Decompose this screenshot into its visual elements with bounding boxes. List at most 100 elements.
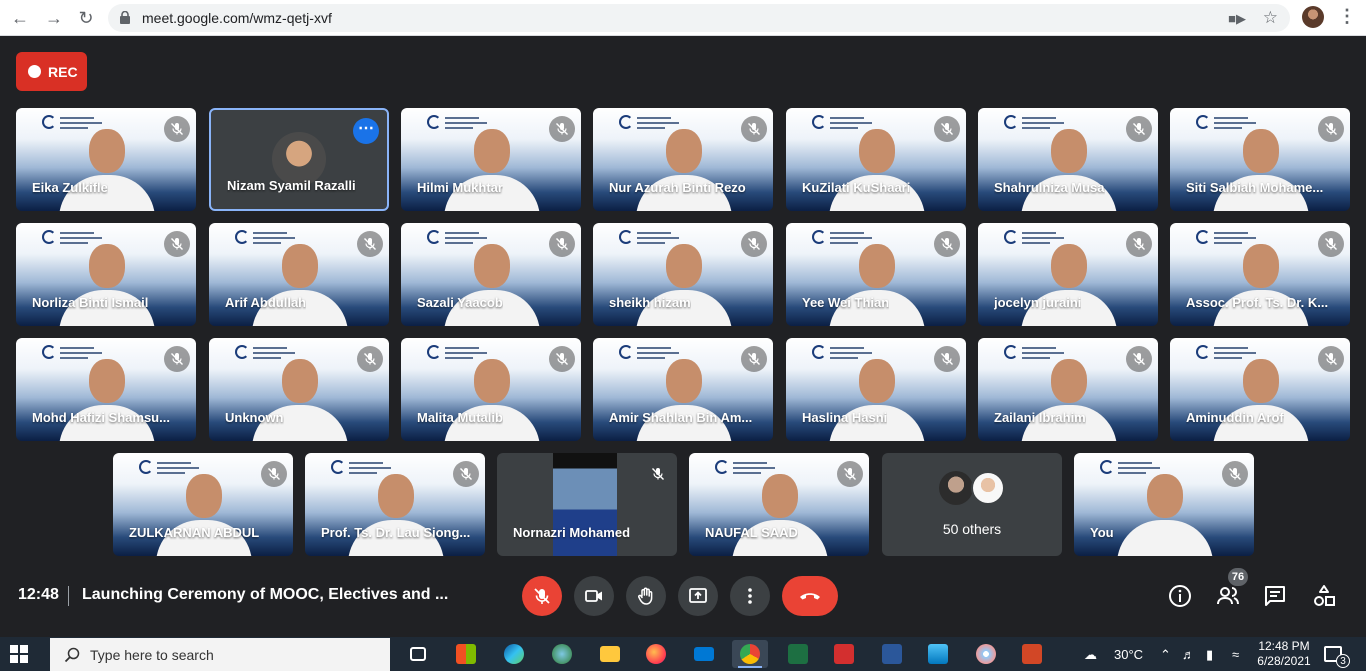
divider — [68, 586, 69, 606]
mic-muted-icon — [1318, 231, 1344, 257]
participant-tile[interactable]: Haslina Hasni — [786, 338, 966, 441]
taskbar-clock[interactable]: 12:48 PM 6/28/2021 — [1254, 639, 1314, 669]
mic-toggle-button[interactable] — [522, 576, 562, 616]
mic-muted-icon — [741, 231, 767, 257]
edge-icon[interactable] — [496, 640, 532, 668]
volume-icon[interactable]: ♬ — [1182, 647, 1195, 662]
paint-icon[interactable] — [968, 640, 1004, 668]
forward-icon[interactable]: → — [42, 6, 66, 30]
activities-icon[interactable] — [1312, 584, 1336, 608]
wifi-icon[interactable]: ≈ — [1232, 647, 1239, 662]
participant-tile[interactable]: Sazali Yaacob — [401, 223, 581, 326]
participant-tile[interactable]: Hilmi Mukhtar — [401, 108, 581, 211]
word-icon[interactable] — [874, 640, 910, 668]
participant-name: You — [1090, 525, 1114, 540]
mail-icon[interactable] — [686, 640, 722, 668]
participant-tile[interactable]: Unknown — [209, 338, 389, 441]
participant-video — [1205, 115, 1315, 211]
acrobat-icon[interactable] — [826, 640, 862, 668]
participant-tile[interactable]: Assoc. Prof. Ts. Dr. K... — [1170, 223, 1350, 326]
notification-icon[interactable]: 3 — [1324, 646, 1350, 668]
back-icon[interactable]: ← — [8, 6, 32, 30]
bookmark-star-icon[interactable]: ☆ — [1263, 8, 1278, 28]
present-screen-button[interactable] — [678, 576, 718, 616]
participant-tile[interactable]: Malita Mutalib — [401, 338, 581, 441]
more-vert-icon — [748, 588, 752, 604]
task-view-icon[interactable] — [400, 640, 436, 668]
participant-tile[interactable]: Eika Zulkifle — [16, 108, 196, 211]
camera-toggle-button[interactable] — [574, 576, 614, 616]
participant-tile[interactable]: Nur Azurah Binti Rezo — [593, 108, 773, 211]
participant-video — [244, 345, 354, 441]
taskbar-search-input[interactable]: Type here to search — [50, 638, 390, 671]
participant-tile[interactable]: Amir Shahlan Bin Am... — [593, 338, 773, 441]
participant-tile[interactable]: sheikh hizam — [593, 223, 773, 326]
store-icon[interactable] — [448, 640, 484, 668]
participant-tile[interactable]: Siti Salbiah Mohame... — [1170, 108, 1350, 211]
firefox-icon[interactable] — [638, 640, 674, 668]
mic-muted-icon — [934, 231, 960, 257]
participant-video — [628, 345, 738, 441]
participant-video — [436, 230, 546, 326]
recording-indicator[interactable]: REC — [16, 52, 87, 91]
battery-icon[interactable]: ▮ — [1206, 647, 1213, 663]
participant-tile[interactable]: ⋯ Nizam Syamil Razalli — [209, 108, 389, 211]
participant-tile[interactable]: KuZilati KuShaari — [786, 108, 966, 211]
others-tile[interactable]: 50 others — [882, 453, 1062, 556]
participant-name: Amir Shahlan Bin Am... — [609, 410, 753, 425]
excel-icon[interactable] — [780, 640, 816, 668]
participant-video — [628, 115, 738, 211]
more-options-button[interactable] — [730, 576, 770, 616]
participant-name: Sazali Yaacob — [417, 295, 503, 310]
camera-in-use-icon[interactable]: ■▶ — [1228, 11, 1246, 27]
powerpoint-icon[interactable] — [1014, 640, 1050, 668]
raise-hand-button[interactable] — [626, 576, 666, 616]
participant-tile[interactable]: Nornazri Mohamed — [497, 453, 677, 556]
participant-tile[interactable]: You — [1074, 453, 1254, 556]
mic-muted-icon — [164, 231, 190, 257]
globe-icon[interactable] — [544, 640, 580, 668]
participant-tile[interactable]: Yee Wei Thian — [786, 223, 966, 326]
avatar — [939, 471, 973, 505]
mic-muted-icon — [1318, 116, 1344, 142]
participant-tile[interactable]: Norliza Binti Ismail — [16, 223, 196, 326]
reload-icon[interactable]: ↻ — [74, 6, 98, 30]
browser-menu-icon[interactable]: ⋮ — [1338, 6, 1356, 27]
participant-tile[interactable]: Aminuddin Arof — [1170, 338, 1350, 441]
chrome-icon[interactable] — [732, 640, 768, 668]
address-bar[interactable]: meet.google.com/wmz-qetj-xvf ■▶ ☆ — [108, 4, 1290, 32]
tray-chevron-icon[interactable]: ⌃ — [1160, 647, 1171, 663]
participant-name: Nur Azurah Binti Rezo — [609, 180, 746, 195]
participant-name: Nizam Syamil Razalli — [227, 178, 356, 193]
mic-muted-icon — [1222, 461, 1248, 487]
windows-start-icon[interactable] — [10, 645, 28, 663]
leave-call-button[interactable] — [782, 576, 838, 616]
mic-muted-icon — [549, 346, 575, 372]
people-icon[interactable] — [1216, 584, 1240, 608]
more-options-icon[interactable]: ⋯ — [353, 118, 379, 144]
participant-tile[interactable]: ZULKARNAN ABDUL — [113, 453, 293, 556]
participant-video — [1205, 230, 1315, 326]
chat-icon[interactable] — [1263, 584, 1287, 608]
participant-tile[interactable]: jocelyn juraini — [978, 223, 1158, 326]
meeting-title: Launching Ceremony of MOOC, Electives an… — [82, 586, 449, 603]
participant-tile[interactable]: Mohd Hafizi Shamsu... — [16, 338, 196, 441]
participant-video — [1013, 345, 1123, 441]
participant-tile[interactable]: NAUFAL SAAD — [689, 453, 869, 556]
participant-name: KuZilati KuShaari — [802, 180, 911, 195]
participant-tile[interactable]: Zailani Ibrahim — [978, 338, 1158, 441]
browser-toolbar: ← → ↻ meet.google.com/wmz-qetj-xvf ■▶ ☆ … — [0, 0, 1366, 36]
participant-tile[interactable]: Arif Abdullah — [209, 223, 389, 326]
participant-video — [51, 230, 161, 326]
meeting-details-icon[interactable] — [1168, 584, 1192, 608]
participant-tile[interactable]: Shahrulniza Musa — [978, 108, 1158, 211]
file-explorer-icon[interactable] — [592, 640, 628, 668]
meeting-time: 12:48 — [18, 586, 59, 603]
weather-icon[interactable]: ☁ — [1084, 647, 1097, 663]
profile-avatar[interactable] — [1302, 6, 1324, 28]
participant-name: Zailani Ibrahim — [994, 410, 1086, 425]
photos-icon[interactable] — [920, 640, 956, 668]
participant-video — [1013, 115, 1123, 211]
participant-video — [821, 115, 931, 211]
participant-tile[interactable]: Prof. Ts. Dr. Lau Siong... — [305, 453, 485, 556]
